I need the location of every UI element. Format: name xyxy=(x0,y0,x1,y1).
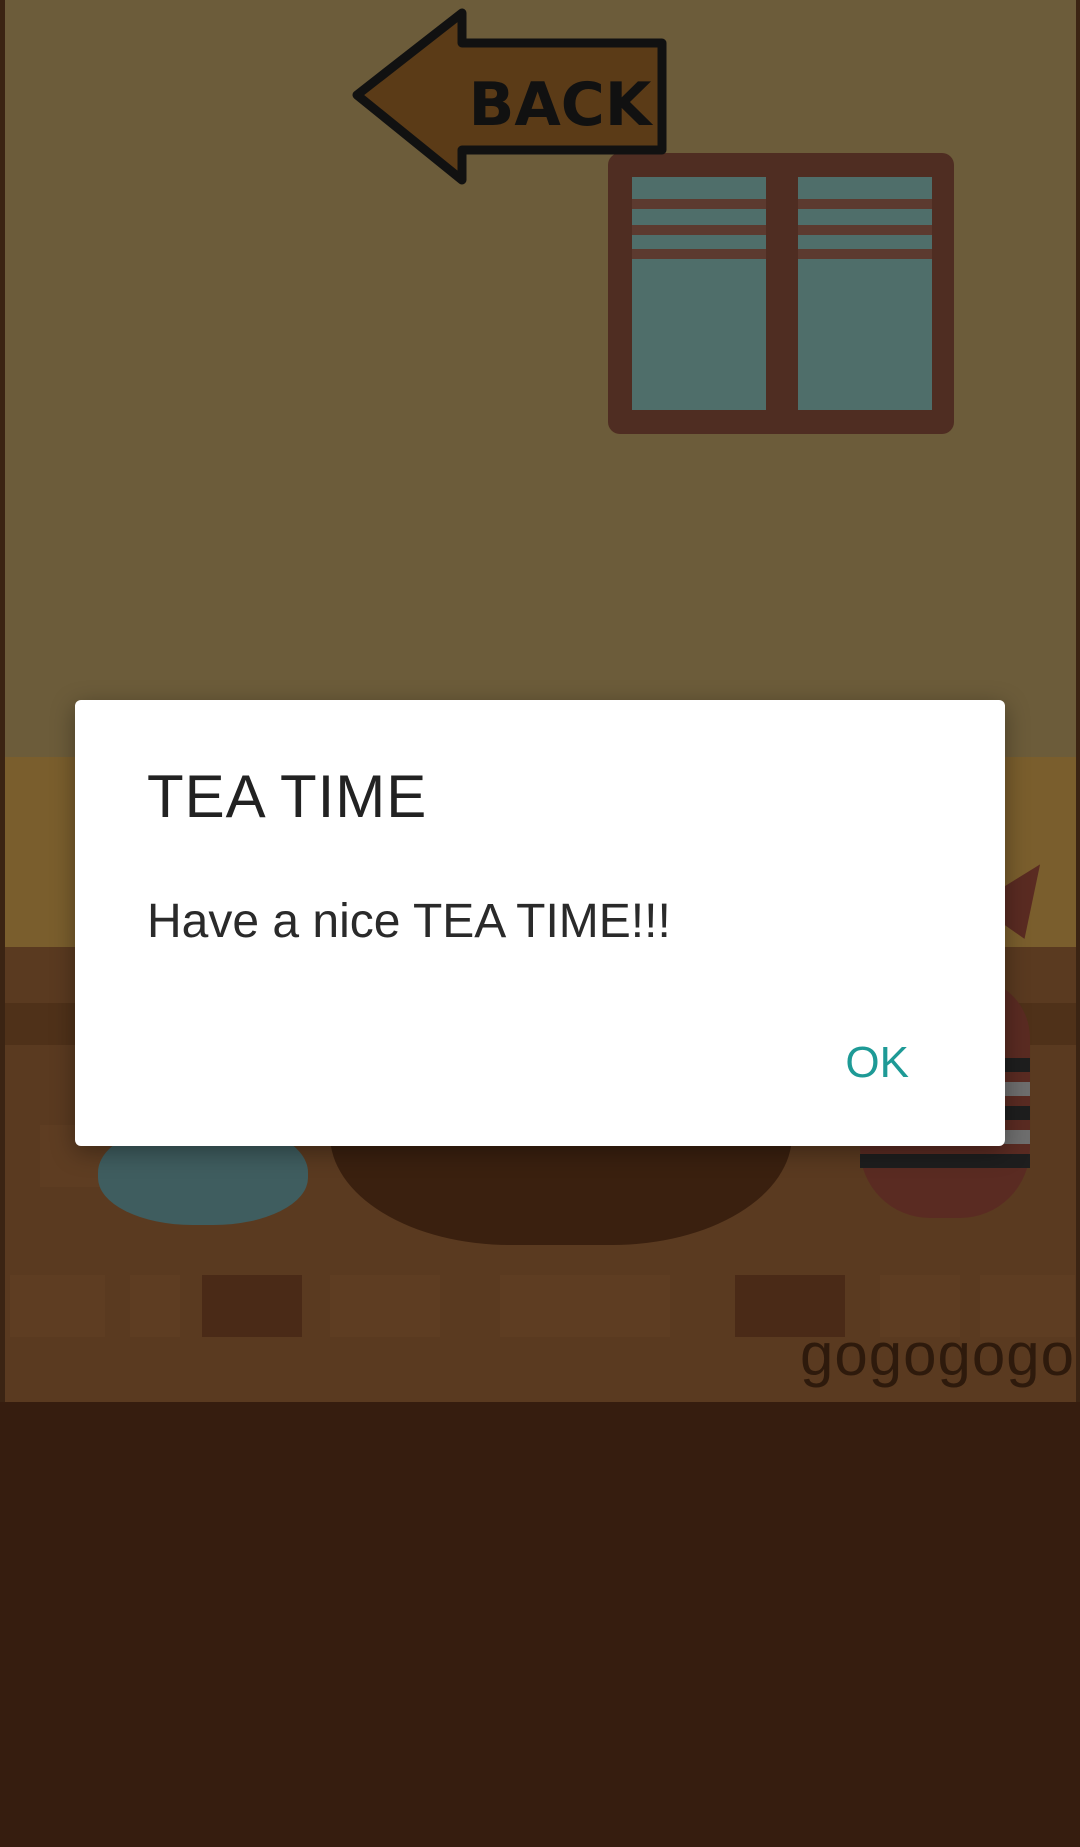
dialog-message: Have a nice TEA TIME!!! xyxy=(147,895,671,948)
dialog-title: TEA TIME xyxy=(147,763,428,830)
ok-button[interactable]: OK xyxy=(839,1034,915,1092)
alert-dialog: TEA TIME Have a nice TEA TIME!!! OK xyxy=(75,700,1005,1146)
